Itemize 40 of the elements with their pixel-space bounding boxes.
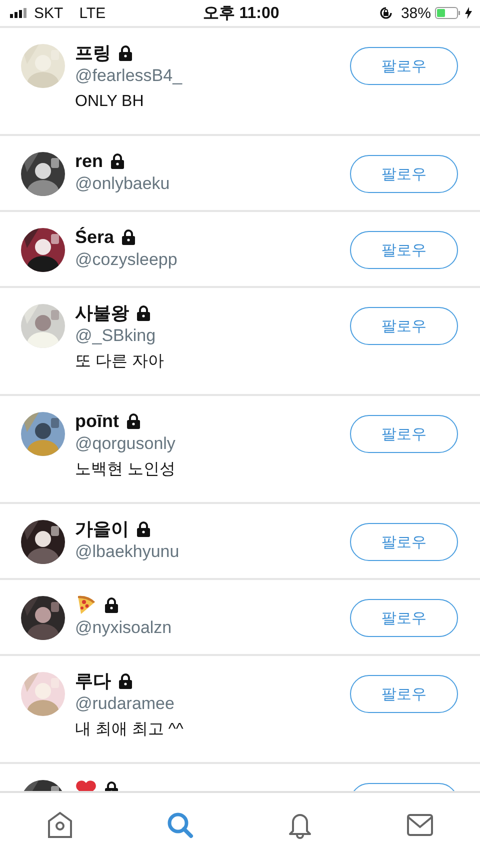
carrier-name: SKT [34, 4, 64, 22]
charging-icon [464, 7, 472, 19]
user-handle: @onlybaeku [75, 173, 171, 195]
user-name: ren [75, 150, 104, 172]
rotation-lock-icon [378, 6, 393, 20]
follow-button[interactable]: 팔로우 [350, 523, 458, 561]
user-handle: @nyxisoalzn [75, 617, 173, 639]
user-handle: @cozysleepp [75, 249, 178, 271]
user-name: Śera [75, 226, 114, 248]
signal-icon [10, 8, 28, 18]
user-name: 사불왕 [75, 302, 129, 325]
battery-icon [434, 7, 461, 19]
follow-button[interactable]: 팔로우 [350, 231, 458, 269]
user-handle: @lbaekhyunu [75, 541, 180, 563]
user-name: poīnt [75, 410, 119, 432]
follow-button[interactable]: 팔로우 [350, 155, 458, 193]
user-handle: @qorgusonly [75, 433, 176, 455]
follow-button[interactable]: 팔로우 [350, 415, 458, 453]
follow-button[interactable]: 팔로우 [350, 675, 458, 713]
network-type: LTE [79, 4, 106, 22]
pizza-icon [75, 594, 97, 616]
clock-time: 오후 11:00 [202, 4, 280, 24]
follow-button[interactable]: 팔로우 [350, 47, 458, 85]
user-handle: @_SBking [75, 325, 157, 347]
mail-icon [406, 813, 434, 837]
user-handle: @fearlessB4_ [75, 65, 184, 87]
battery-percent: 38% [400, 4, 431, 22]
user-bio: 또 다른 자아 [75, 352, 165, 372]
user-bio: 내 최애 최고 ^^ [75, 720, 184, 740]
search-icon [166, 811, 194, 839]
user-name: 가을이 [75, 518, 129, 541]
user-bio: ONLY BH [75, 92, 145, 112]
bell-icon [287, 811, 313, 839]
follow-button[interactable]: 팔로우 [350, 599, 458, 637]
user-bio: 노백현 노인성 [75, 460, 176, 480]
user-name: 루다 [75, 670, 111, 693]
user-handle: @rudaramee [75, 693, 176, 715]
home-icon [47, 811, 73, 839]
user-name: 프링 [75, 42, 111, 65]
follow-button[interactable]: 팔로우 [350, 307, 458, 345]
